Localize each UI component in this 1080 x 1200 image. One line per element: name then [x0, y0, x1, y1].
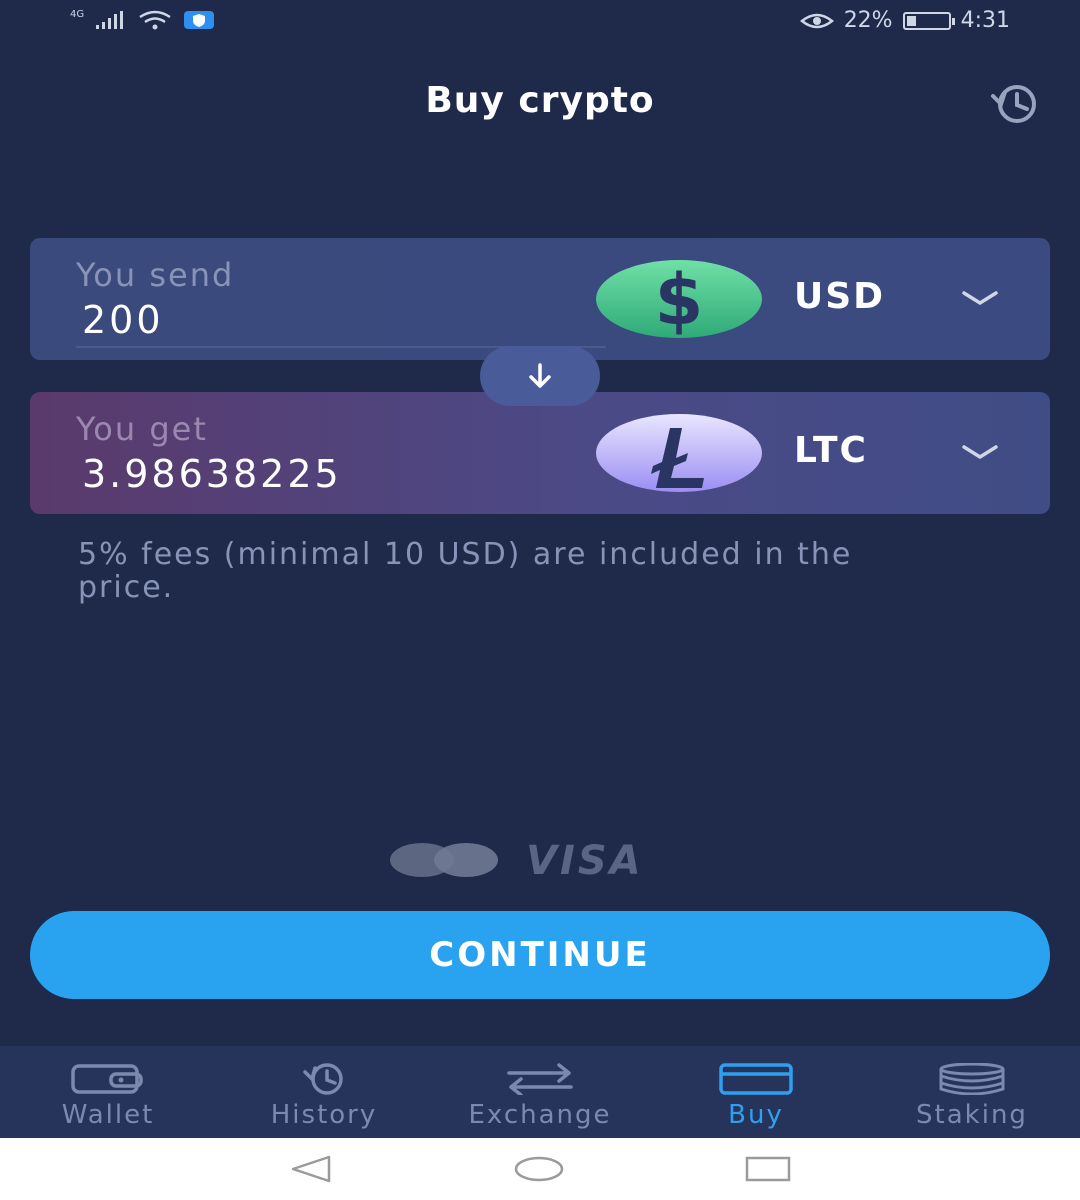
eye-comfort-icon: [799, 13, 834, 28]
tab-wallet[interactable]: Wallet: [0, 1046, 216, 1138]
battery-level: [906, 15, 916, 26]
battery-percent: 22%: [843, 8, 893, 33]
dollar-sign-icon: $: [655, 260, 704, 338]
tab-label: History: [270, 1100, 378, 1130]
network-type: 4G: [70, 8, 85, 20]
tab-history[interactable]: History: [216, 1046, 432, 1138]
transaction-history-button[interactable]: [978, 80, 1050, 128]
continue-button[interactable]: CONTINUE: [30, 911, 1050, 999]
vpn-shield-icon: [184, 11, 215, 29]
chevron-down-icon[interactable]: [960, 286, 1000, 310]
get-label: You get: [76, 410, 208, 448]
history-icon: [991, 85, 1036, 123]
payment-methods: VISA: [390, 838, 644, 884]
litecoin-icon[interactable]: [596, 414, 762, 492]
visa-logo: VISA: [526, 838, 644, 884]
signal-icon: [96, 11, 124, 29]
get-amount-field[interactable]: 3.98638225: [82, 452, 342, 496]
card-icon: [719, 1062, 793, 1096]
coins-stack-icon: [937, 1062, 1007, 1096]
clock: 4:31: [960, 8, 1010, 33]
exchange-icon: [505, 1062, 575, 1096]
wifi-icon: [139, 10, 171, 30]
tab-label: Exchange: [468, 1100, 612, 1130]
mastercard-logo: [390, 839, 498, 883]
page-title: Buy crypto: [425, 80, 655, 121]
status-left: 4G: [70, 8, 215, 30]
chevron-down-icon[interactable]: [960, 440, 1000, 464]
system-nav-bar: [0, 1138, 1080, 1200]
get-currency-selector[interactable]: LTC: [794, 430, 868, 471]
send-currency-selector[interactable]: USD: [794, 276, 885, 317]
send-card: You send 200 $ USD: [30, 238, 1050, 360]
tab-staking[interactable]: Staking: [864, 1046, 1080, 1138]
history-icon: [289, 1062, 359, 1096]
send-label: You send: [76, 256, 235, 294]
svg-text:$: $: [655, 260, 704, 338]
tab-label: Staking: [916, 1100, 1028, 1130]
tab-buy[interactable]: Buy: [648, 1046, 864, 1138]
battery-icon: [902, 11, 955, 30]
arrow-down-icon: [529, 363, 551, 388]
dollar-coin-icon[interactable]: $: [596, 260, 762, 338]
recent-apps-icon[interactable]: [745, 1156, 791, 1182]
bottom-tab-bar: Wallet History Exchange Buy Staking: [0, 1046, 1080, 1138]
send-amount-input[interactable]: 200: [82, 298, 164, 342]
fee-note: 5% fees (minimal 10 USD) are included in…: [78, 537, 853, 605]
status-right: 22% 4:31: [799, 8, 1010, 33]
wallet-icon: [71, 1062, 145, 1096]
status-bar: 4G 22% 4:31: [0, 0, 1080, 46]
tab-label: Wallet: [61, 1100, 155, 1130]
get-card: You get 3.98638225 LTC: [30, 392, 1050, 514]
swap-direction-button[interactable]: [480, 346, 600, 406]
tab-label: Buy: [728, 1100, 784, 1130]
back-icon[interactable]: [289, 1155, 333, 1183]
tab-exchange[interactable]: Exchange: [432, 1046, 648, 1138]
home-icon[interactable]: [513, 1155, 565, 1183]
litecoin-symbol-icon: [651, 428, 704, 488]
